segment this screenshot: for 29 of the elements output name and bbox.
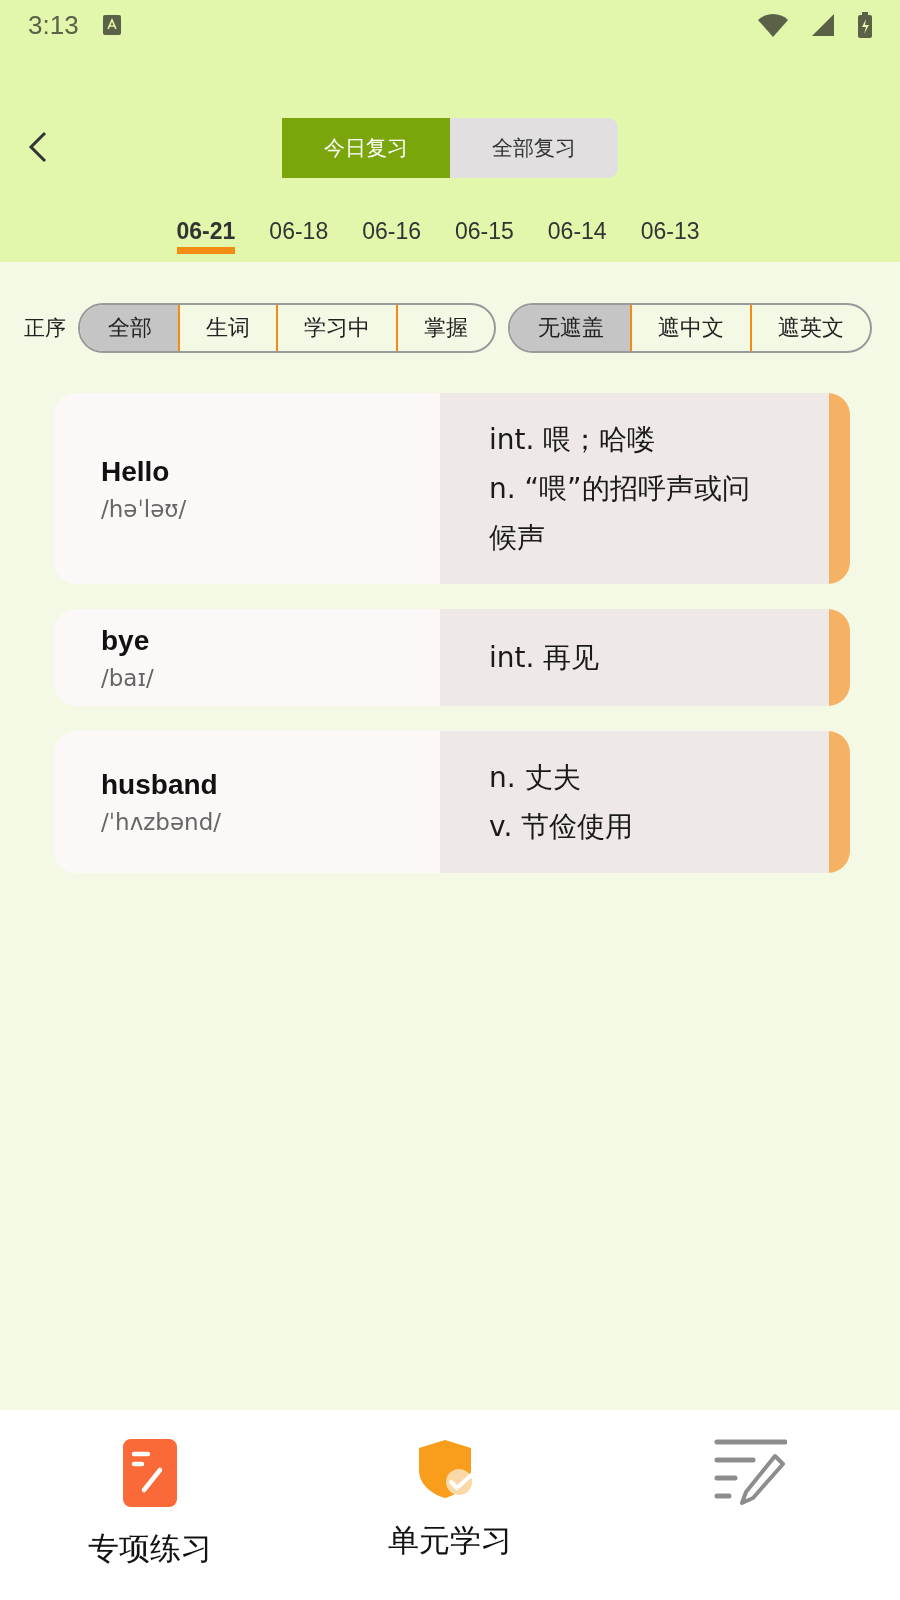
filter-option[interactable]: 掌握: [396, 305, 494, 351]
phonetic-text: /həˈləʊ/: [101, 495, 188, 522]
word-text: bye: [101, 624, 151, 657]
date-tab[interactable]: 06-16: [362, 212, 421, 254]
date-tab[interactable]: 06-14: [547, 212, 607, 254]
word-text: husband: [101, 769, 219, 801]
filter-option[interactable]: 全部: [80, 305, 178, 351]
bottom-nav-item[interactable]: 专项练习: [0, 1410, 300, 1600]
filter-option[interactable]: 生词: [178, 305, 276, 351]
filter-option[interactable]: 遮中文: [630, 305, 750, 351]
mode-tab[interactable]: 全部复习: [450, 118, 618, 178]
date-tab[interactable]: 06-21: [176, 212, 236, 254]
date-tab[interactable]: 06-15: [455, 212, 514, 254]
status-time: 3:13: [28, 9, 79, 41]
meaning-text: int. 喂；哈喽: [489, 422, 657, 458]
phonetic-text: /ˈhʌzbənd/: [101, 809, 222, 835]
filter-option[interactable]: 学习中: [276, 305, 396, 351]
meaning-text: n. 丈夫: [489, 760, 582, 796]
bottom-nav-item[interactable]: 单元学习: [300, 1410, 600, 1600]
meaning-text: n. “喂”的招呼声或问候声: [489, 471, 751, 556]
phonetic-text: /baɪ/: [101, 664, 155, 691]
filter-option[interactable]: 遮英文: [750, 305, 870, 351]
date-tab[interactable]: 06-13: [640, 212, 700, 254]
meaning-text: v. 节俭使用: [489, 809, 635, 845]
word-text: Hello: [101, 455, 171, 488]
date-tab[interactable]: 06-18: [269, 212, 329, 254]
filter-option[interactable]: 无遮盖: [510, 305, 630, 351]
sort-order-toggle[interactable]: 正序: [24, 314, 66, 342]
meaning-text: int. 再见: [489, 640, 601, 676]
